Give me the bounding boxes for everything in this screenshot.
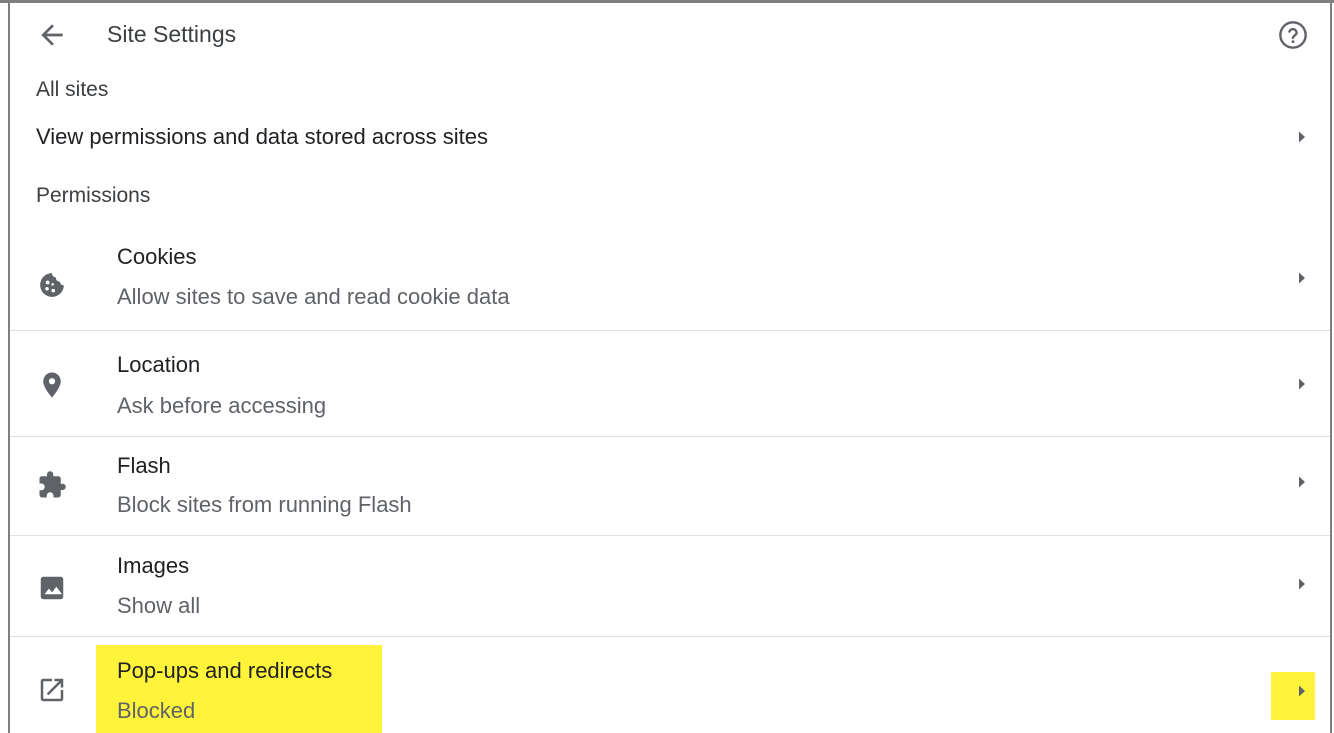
cookies-title: Cookies [117,244,197,269]
arrow-back-icon [41,24,63,46]
help-button[interactable] [1277,19,1309,51]
permission-row-images[interactable]: Images Show all [10,536,1330,636]
all-sites-heading: All sites [36,78,109,101]
chevron-right-icon [1294,474,1310,490]
permission-row-popups[interactable]: Pop-ups and redirects Blocked [10,637,1330,733]
back-button[interactable] [36,19,68,51]
location-subtitle: Ask before accessing [117,393,327,418]
permission-row-cookies[interactable]: Cookies Allow sites to save and read coo… [10,226,1330,330]
chevron-right-icon [1294,129,1310,145]
all-sites-row[interactable]: View permissions and data stored across … [10,112,1330,162]
chevron-right-icon [1294,376,1310,392]
image-icon [37,573,67,603]
open-in-new-icon [37,675,67,705]
permissions-heading: Permissions [36,184,151,207]
permission-row-flash[interactable]: Flash Block sites from running Flash [10,437,1330,535]
chevron-right-icon [1294,576,1310,592]
permission-row-location[interactable]: Location Ask before accessing [10,331,1330,436]
puzzle-piece-icon [37,470,67,500]
popups-subtitle: Blocked [117,698,196,723]
window-frame-right [1330,0,1332,733]
cookie-icon [37,270,67,300]
images-subtitle: Show all [117,593,201,618]
flash-subtitle: Block sites from running Flash [117,492,412,517]
help-icon [1279,21,1307,49]
page-title: Site Settings [107,21,237,47]
location-pin-icon [37,370,67,400]
chevron-right-icon [1294,683,1310,699]
popups-title: Pop-ups and redirects [117,658,333,683]
cookies-subtitle: Allow sites to save and read cookie data [117,284,510,309]
chevron-right-icon [1294,270,1310,286]
flash-title: Flash [117,453,171,478]
location-title: Location [117,352,201,377]
images-title: Images [117,553,190,578]
all-sites-row-label: View permissions and data stored across … [36,124,489,149]
settings-header: Site Settings [10,3,1330,65]
